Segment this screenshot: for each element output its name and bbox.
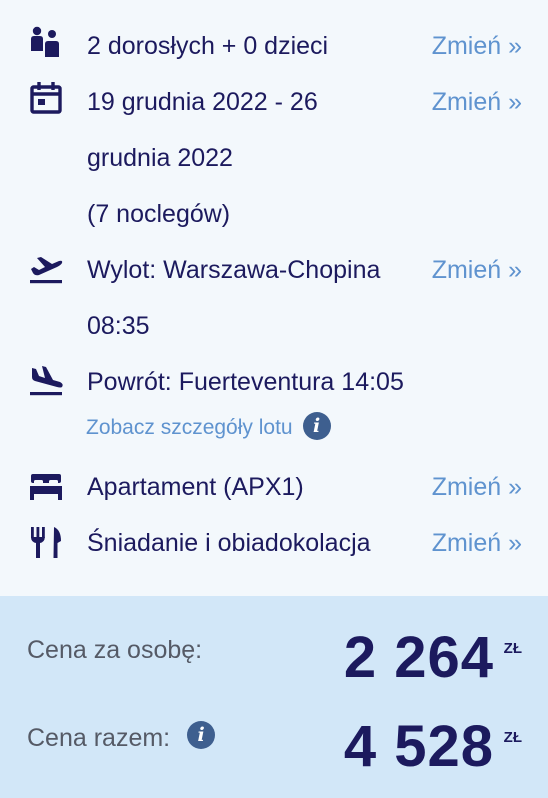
departure-time: 08:35 (87, 312, 150, 340)
travelers-text: 2 dorosłych + 0 dzieci (87, 32, 329, 60)
change-travelers-link[interactable]: Zmień » (432, 18, 522, 74)
price-box: Cena za osobę: 2 264 ZŁ Cena razem: i 4 … (0, 596, 548, 798)
nights-count: (7 noclegów) (87, 200, 231, 228)
price-total-text: Cena razem: (27, 724, 171, 752)
price-per-person-currency: ZŁ (503, 640, 522, 657)
family-icon (28, 24, 64, 60)
room-text: Apartament (APX1) (87, 473, 304, 501)
plane-landing-icon (28, 362, 64, 398)
fork-knife-icon (28, 525, 64, 561)
board-text: Śniadanie i obiadokolacja (87, 529, 371, 557)
change-dates-link[interactable]: Zmień » (432, 74, 522, 130)
change-departure-link[interactable]: Zmień » (432, 242, 522, 298)
price-info-icon[interactable]: i (187, 721, 216, 750)
flight-details-link[interactable]: Zobacz szczegóły lotu i (86, 410, 331, 446)
calendar-icon (28, 80, 64, 116)
departure-text: Wylot: Warszawa-Chopina (87, 256, 381, 284)
change-room-link[interactable]: Zmień » (432, 459, 522, 515)
change-board-link[interactable]: Zmień » (432, 515, 522, 571)
plane-takeoff-icon (28, 250, 64, 286)
info-icon[interactable]: i (302, 412, 331, 441)
price-per-person-value: 2 264 (343, 625, 494, 690)
dates-text-line2: grudnia 2022 (87, 144, 233, 172)
bed-icon (28, 469, 64, 505)
price-per-person-label: Cena za osobę: (27, 636, 203, 664)
offer-summary: 2 dorosłych + 0 dzieci Zmień » 19 grudni… (0, 0, 548, 596)
return-text: Powrót: Fuerteventura 14:05 (87, 368, 404, 396)
price-total-value: 4 528 (343, 714, 494, 779)
price-total-currency: ZŁ (503, 729, 522, 746)
dates-text-line1: 19 grudnia 2022 - 26 (87, 88, 318, 116)
price-total-label: Cena razem: i (27, 721, 216, 753)
flight-details-label: Zobacz szczegóły lotu (86, 416, 293, 439)
